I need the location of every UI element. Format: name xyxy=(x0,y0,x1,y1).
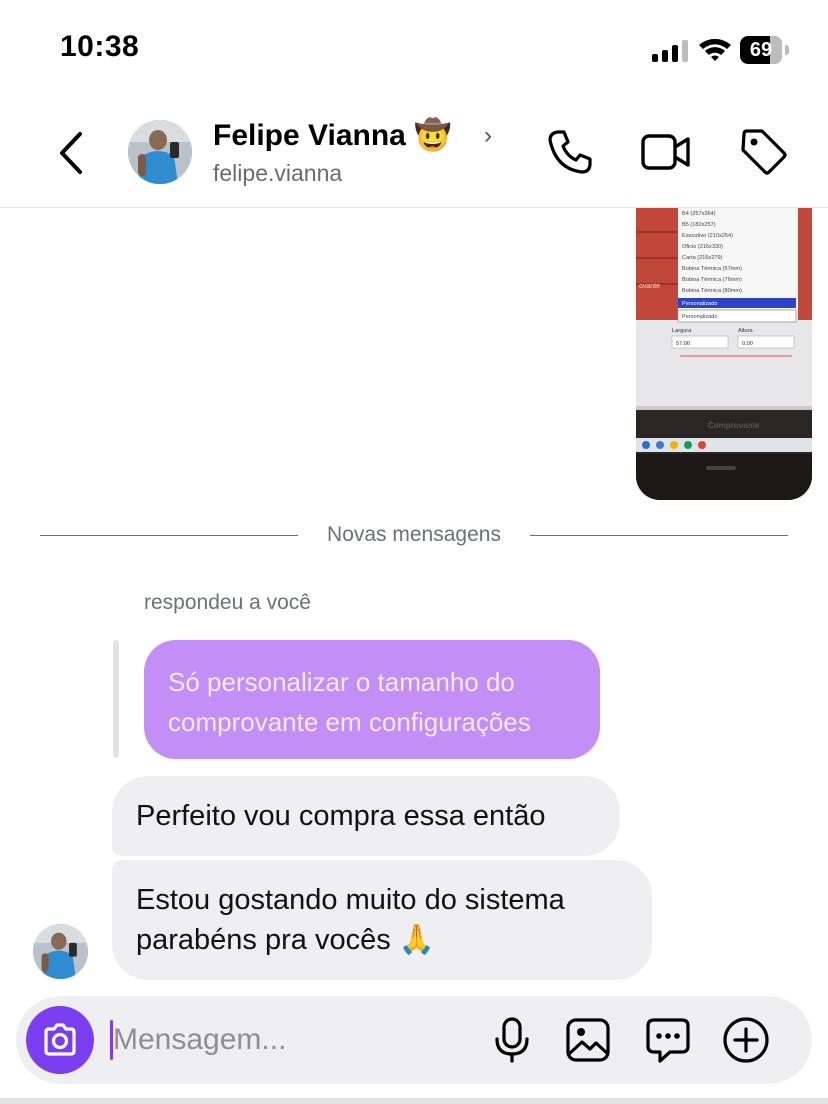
wifi-icon xyxy=(699,38,731,61)
avatar[interactable] xyxy=(128,120,192,184)
message-bubble[interactable]: Estou gostando muito do sistema parabéns… xyxy=(112,860,652,980)
reply-indicator-bar xyxy=(113,640,119,758)
camera-button[interactable] xyxy=(26,1006,94,1074)
cellular-signal-icon xyxy=(652,40,688,62)
photo-altura-label: Altura xyxy=(738,328,754,334)
battery-icon: 69 xyxy=(740,36,790,64)
photo-altura-value: 0.00 xyxy=(742,341,753,347)
contact-username: felipe.vianna xyxy=(213,160,343,186)
video-camera-icon[interactable] xyxy=(640,126,692,178)
gallery-icon[interactable] xyxy=(564,1016,612,1064)
reply-label: respondeu a você xyxy=(144,591,311,614)
photo-message[interactable]: ovante B4 (257x364) B5 (182x257) Executi… xyxy=(636,208,812,500)
tag-icon[interactable] xyxy=(738,126,790,178)
status-bar: 10:38 69 xyxy=(0,0,828,100)
new-messages-divider: Novas mensagens xyxy=(327,523,501,546)
photo-menu-item: B4 (257x364) xyxy=(682,211,716,217)
add-icon[interactable] xyxy=(722,1016,770,1064)
bottom-edge xyxy=(0,1098,828,1104)
photo-side-label: ovante xyxy=(639,283,660,290)
avatar[interactable] xyxy=(33,924,88,979)
photo-menu-item: Bobina Térmica (57mm) xyxy=(682,266,742,272)
photo-comprovante-label: Comprovante xyxy=(708,421,760,430)
photo-menu-item: Bobina Térmica (76mm) xyxy=(682,277,742,283)
photo-menu-item: Carta (216x279) xyxy=(682,255,723,261)
status-time: 10:38 xyxy=(60,30,140,63)
microphone-icon[interactable] xyxy=(488,1016,536,1064)
photo-largura-value: 57.00 xyxy=(676,341,690,347)
photo-menu-item-selected: Personalizado xyxy=(682,301,717,307)
battery-level: 69 xyxy=(749,39,773,61)
camera-icon xyxy=(44,1023,76,1056)
photo-menu-item: Oficio (216x330) xyxy=(682,244,723,250)
photo-menu-item: Executivo (210x254) xyxy=(682,233,733,239)
sticker-chat-icon[interactable] xyxy=(644,1016,692,1064)
chat-header: Felipe Vianna 🤠 › felipe.vianna xyxy=(0,100,828,208)
quoted-message[interactable]: Só personalizar o tamanho do comprovante… xyxy=(144,640,600,759)
phone-icon[interactable] xyxy=(544,126,596,178)
photo-select-value: Personalizado xyxy=(682,314,717,320)
contact-name-text: Felipe Vianna xyxy=(213,119,406,152)
message-input[interactable] xyxy=(113,1016,473,1064)
back-chevron-icon[interactable] xyxy=(52,128,92,178)
photo-menu-item: Bobina Térmica (80mm) xyxy=(682,288,742,294)
message-bubble[interactable]: Perfeito vou compra essa então xyxy=(112,776,620,856)
message-composer xyxy=(16,996,812,1084)
photo-menu-item: B5 (182x257) xyxy=(682,222,716,228)
chevron-right-icon[interactable]: › xyxy=(484,122,492,150)
contact-name[interactable]: Felipe Vianna 🤠 xyxy=(213,118,452,153)
photo-largura-label: Largura xyxy=(672,328,692,334)
cowboy-emoji: 🤠 xyxy=(414,119,452,152)
